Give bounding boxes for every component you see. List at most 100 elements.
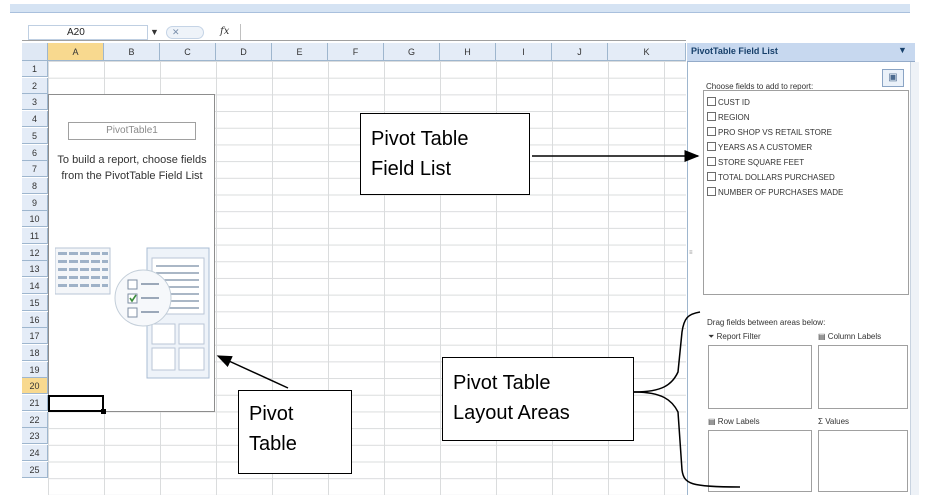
sigma-icon: Σ xyxy=(818,417,823,426)
active-cell[interactable] xyxy=(48,395,104,412)
row-header[interactable]: 7 xyxy=(22,161,48,178)
row-header[interactable]: 11 xyxy=(22,228,48,244)
field-item[interactable]: TOTAL DOLLARS PURCHASED xyxy=(707,172,835,184)
callout-layout-areas: Pivot Table Layout Areas xyxy=(442,357,634,441)
report-filter-area[interactable] xyxy=(708,345,812,409)
row-header[interactable]: 1 xyxy=(22,61,48,77)
row-header[interactable]: 24 xyxy=(22,445,48,462)
column-header[interactable]: H xyxy=(440,43,496,61)
filter-icon: ⏷ xyxy=(708,332,715,341)
formula-input[interactable] xyxy=(240,24,684,40)
column-header[interactable]: J xyxy=(552,43,608,61)
checkbox-icon[interactable] xyxy=(707,97,716,107)
row-header[interactable]: 13 xyxy=(22,261,48,278)
field-item[interactable]: NUMBER OF PURCHASES MADE xyxy=(707,187,843,199)
pane-splitter[interactable]: ≡ xyxy=(689,250,693,268)
row-header[interactable]: 5 xyxy=(22,127,48,144)
field-item[interactable]: PRO SHOP VS RETAIL STORE xyxy=(707,127,832,139)
row-header[interactable]: 21 xyxy=(22,395,48,411)
row-header[interactable]: 17 xyxy=(22,328,48,345)
field-label: YEARS AS A CUSTOMER xyxy=(718,143,813,152)
callout-field-list: Pivot Table Field List xyxy=(360,113,530,195)
callout-text: Pivot Table xyxy=(371,128,469,150)
callout-pivot-table: Pivot Table xyxy=(238,390,352,474)
chevron-down-icon[interactable]: ▼ xyxy=(150,25,160,40)
formula-cancel-icon[interactable]: ✕ xyxy=(166,26,204,39)
field-label: STORE SQUARE FEET xyxy=(718,158,805,167)
field-item[interactable]: STORE SQUARE FEET xyxy=(707,157,804,169)
column-header[interactable]: I xyxy=(496,43,552,61)
column-header[interactable]: C xyxy=(160,43,216,61)
checkbox-icon[interactable] xyxy=(707,157,716,167)
pivot-table-instructions: To build a report, choose fields from th… xyxy=(57,154,207,182)
layout-icon[interactable]: ▣ xyxy=(882,69,904,87)
column-headers: A B C D E F G H I J K xyxy=(22,43,686,61)
callout-text: Pivot Table xyxy=(453,372,551,394)
row-header[interactable]: 18 xyxy=(22,344,48,361)
drag-instruction: Drag fields between areas below: xyxy=(707,318,826,327)
report-filter-text: Report Filter xyxy=(716,332,761,341)
report-filter-label: ⏷ Report Filter xyxy=(708,331,761,343)
pane-scrollbar[interactable] xyxy=(910,62,919,495)
row-header[interactable]: 6 xyxy=(22,144,48,161)
callout-text: Layout Areas xyxy=(453,402,570,424)
row-labels-label: ▤ Row Labels xyxy=(708,416,760,428)
field-item[interactable]: REGION xyxy=(707,112,750,124)
field-list-title: PivotTable Field List xyxy=(691,46,778,56)
pivot-table-name: PivotTable1 xyxy=(68,122,196,140)
column-header[interactable]: B xyxy=(104,43,160,61)
checkbox-icon[interactable] xyxy=(707,172,716,182)
row-headers: 1 2 3 4 5 6 7 8 9 10 11 12 13 14 15 16 1… xyxy=(22,61,48,495)
callout-text: Field List xyxy=(371,158,452,180)
ribbon-edge xyxy=(10,4,910,13)
row-header[interactable]: 10 xyxy=(22,211,48,228)
row-header[interactable]: 2 xyxy=(22,77,48,94)
row-header[interactable]: 8 xyxy=(22,177,48,194)
field-label: PRO SHOP VS RETAIL STORE xyxy=(718,128,832,137)
field-label: CUST ID xyxy=(718,98,750,107)
field-item[interactable]: CUST ID xyxy=(707,97,750,109)
row-header[interactable]: 22 xyxy=(22,411,48,428)
callout-text: Pivot xyxy=(249,403,294,425)
row-labels-area[interactable] xyxy=(708,430,812,492)
row-header[interactable]: 15 xyxy=(22,294,48,311)
row-header[interactable]: 16 xyxy=(22,311,48,328)
column-labels-icon: ▤ xyxy=(818,332,826,341)
row-header[interactable]: 3 xyxy=(22,94,48,111)
row-header[interactable]: 12 xyxy=(22,244,48,261)
name-box[interactable]: A20 xyxy=(28,25,148,40)
column-header[interactable]: K xyxy=(608,43,686,61)
values-area[interactable] xyxy=(818,430,908,492)
values-text: Values xyxy=(825,417,850,426)
column-header[interactable]: D xyxy=(216,43,272,61)
field-label: TOTAL DOLLARS PURCHASED xyxy=(718,173,835,182)
column-header[interactable]: G xyxy=(384,43,440,61)
checkbox-icon[interactable] xyxy=(707,142,716,152)
row-header[interactable]: 23 xyxy=(22,428,48,445)
row-header[interactable]: 20 xyxy=(22,378,48,395)
row-labels-text: Row Labels xyxy=(717,417,760,426)
column-header[interactable]: A xyxy=(48,43,104,61)
row-labels-icon: ▤ xyxy=(708,417,716,426)
row-header[interactable]: 19 xyxy=(22,361,48,378)
row-header[interactable]: 4 xyxy=(22,111,48,128)
column-labels-area[interactable] xyxy=(818,345,908,409)
field-item[interactable]: YEARS AS A CUSTOMER xyxy=(707,142,812,154)
row-header[interactable]: 25 xyxy=(22,461,48,478)
function-icon[interactable]: fx xyxy=(220,24,236,40)
callout-text: Table xyxy=(249,433,297,455)
pivot-placeholder-illustration xyxy=(55,247,210,379)
checkbox-icon[interactable] xyxy=(707,127,716,137)
values-label: Σ Values xyxy=(818,416,849,428)
field-label: REGION xyxy=(718,113,750,122)
checkbox-icon[interactable] xyxy=(707,112,716,122)
chevron-down-icon[interactable]: ▼ xyxy=(898,45,907,55)
field-label: NUMBER OF PURCHASES MADE xyxy=(718,188,844,197)
row-header[interactable]: 9 xyxy=(22,194,48,211)
checkbox-icon[interactable] xyxy=(707,187,716,197)
row-header[interactable]: 14 xyxy=(22,278,48,295)
column-header[interactable]: E xyxy=(272,43,328,61)
column-header[interactable]: F xyxy=(328,43,384,61)
column-labels-text: Column Labels xyxy=(827,332,882,341)
fill-handle[interactable] xyxy=(101,409,106,414)
